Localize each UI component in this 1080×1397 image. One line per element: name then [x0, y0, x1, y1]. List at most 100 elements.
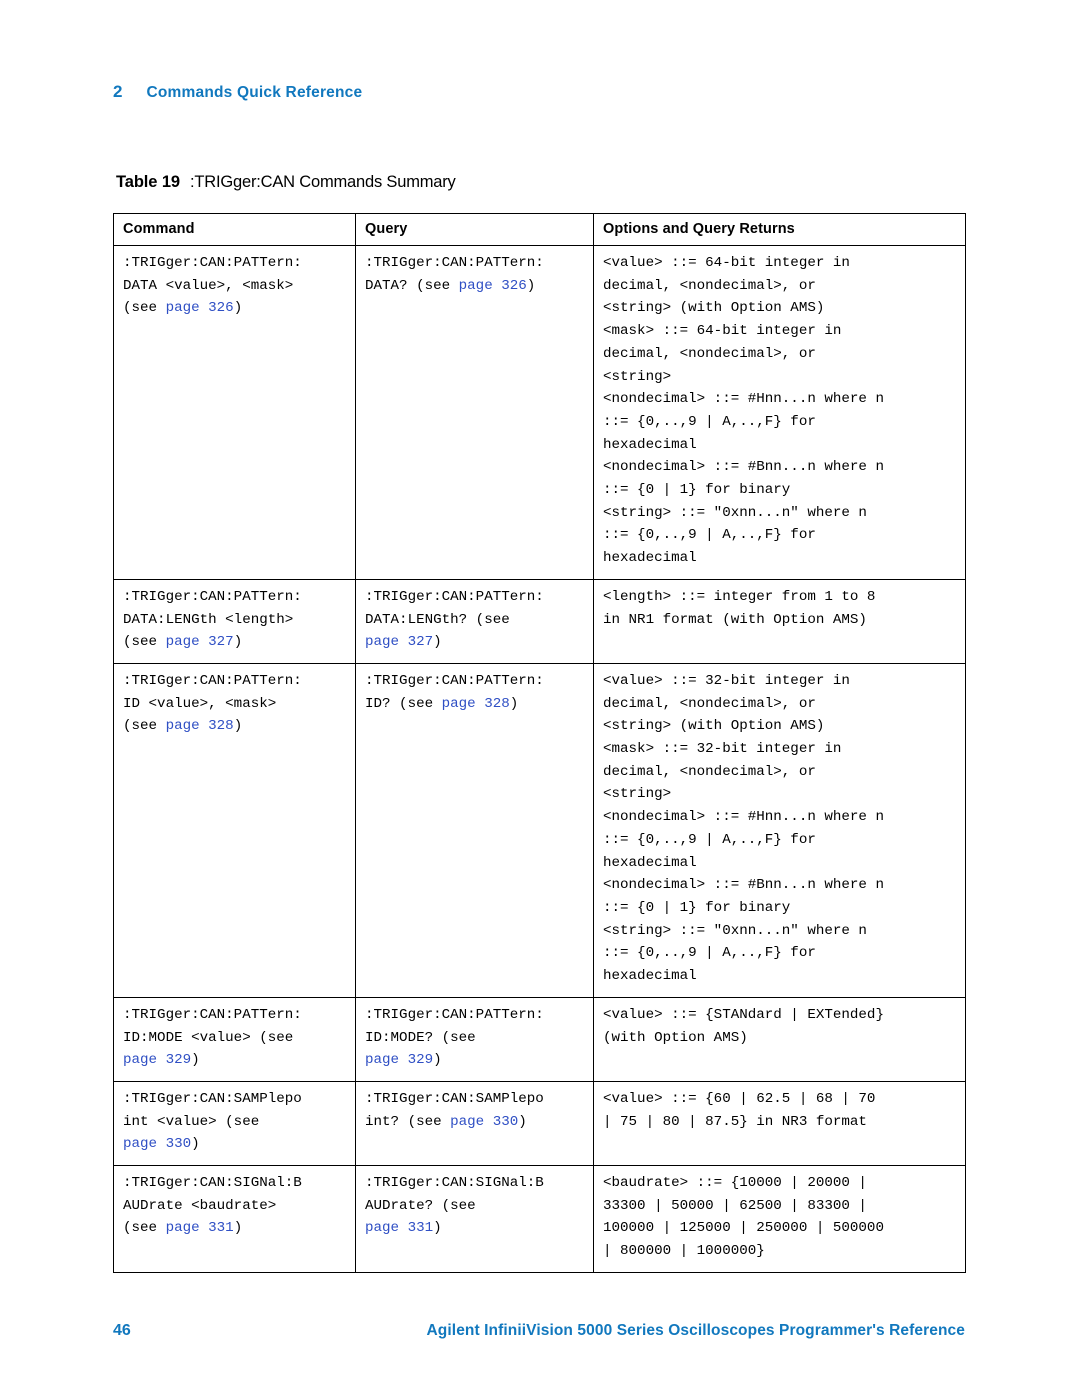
- cell-line: <value> ::= {60 | 62.5 | 68 | 70: [603, 1088, 957, 1111]
- page-reference-link[interactable]: page 327: [166, 634, 234, 650]
- cell-line: <mask> ::= 32-bit integer in: [603, 738, 957, 761]
- cell-line: <value> ::= 64-bit integer in: [603, 252, 957, 275]
- cell-text: hexadecimal: [603, 968, 697, 985]
- page-reference-link[interactable]: page 329: [365, 1052, 433, 1068]
- cell-line: ID:MODE <value> (see: [123, 1027, 347, 1050]
- cell-line: hexadecimal: [603, 547, 957, 570]
- table-caption-text: :TRIGger:CAN Commands Summary: [190, 173, 456, 191]
- cell-text: hexadecimal: [603, 436, 697, 453]
- cell-text: <mask> ::= 32-bit integer in: [603, 741, 842, 758]
- cell-text: DATA:LENGth? (see: [365, 611, 510, 628]
- cell-line: <string> (with Option AMS): [603, 297, 957, 320]
- cell-text: <value> ::= {60 | 62.5 | 68 | 70: [603, 1090, 876, 1107]
- cell-query: :TRIGger:CAN:PATTern: ID? (see page 328): [355, 663, 594, 998]
- cell-line: int? (see page 330): [365, 1111, 585, 1134]
- cell-text: decimal, <nondecimal>, or: [603, 277, 816, 294]
- table-row: :TRIGger:CAN:SAMPlepo int <value> (see pag…: [113, 1081, 966, 1167]
- cell-line: (see page 326): [123, 297, 347, 320]
- cell-text: ): [233, 634, 243, 651]
- cell-text: ): [433, 1220, 442, 1237]
- cell-text: (see: [123, 300, 166, 317]
- running-header: 2 Commands Quick Reference: [113, 82, 362, 102]
- page-reference-link[interactable]: page 331: [166, 1220, 234, 1236]
- page-reference-link[interactable]: page 326: [459, 278, 527, 294]
- cell-command: :TRIGger:CAN:SAMPlepo int <value> (see pag…: [113, 1081, 356, 1167]
- cell-text: (see: [123, 1220, 166, 1237]
- cell-text: int <value> (see: [123, 1113, 260, 1130]
- cell-query: :TRIGger:CAN:SAMPlepo int? (see page 330): [355, 1081, 594, 1167]
- cell-command: :TRIGger:CAN:PATTern: ID:MODE <value> (se…: [113, 997, 356, 1082]
- cell-text: <baudrate> ::= {10000 | 20000 |: [603, 1175, 867, 1192]
- table-row: :TRIGger:CAN:PATTern: ID <value>, <mask> (…: [113, 663, 966, 998]
- cell-line: <mask> ::= 64-bit integer in: [603, 320, 957, 343]
- cell-text: hexadecimal: [603, 854, 697, 871]
- cell-line: DATA? (see page 326): [365, 275, 585, 298]
- cell-line: <nondecimal> ::= #Hnn...n where n: [603, 388, 957, 411]
- cell-line: :TRIGger:CAN:PATTern:: [123, 1004, 347, 1027]
- cell-command: :TRIGger:CAN:PATTern: ID <value>, <mask> (…: [113, 663, 356, 998]
- column-header-command: Command: [113, 213, 356, 246]
- cell-text: :TRIGger:CAN:SIGNal:B: [365, 1175, 544, 1192]
- cell-line: in NR1 format (with Option AMS): [603, 609, 957, 632]
- cell-text: (see: [123, 718, 166, 735]
- page-footer: 46 Agilent InfiniiVision 5000 Series Osc…: [113, 1322, 965, 1340]
- cell-line: 100000 | 125000 | 250000 | 500000: [603, 1217, 957, 1240]
- cell-text: ): [233, 718, 243, 735]
- cell-text: AUDrate? (see: [365, 1197, 476, 1214]
- cell-command: :TRIGger:CAN:PATTern: DATA:LENGth <length…: [113, 579, 356, 664]
- cell-text: ::= {0,..,9 | A,..,F} for: [603, 413, 816, 430]
- cell-text: DATA <value>, <mask>: [123, 277, 294, 294]
- cell-text: (see: [123, 634, 166, 651]
- cell-text: ): [233, 1220, 243, 1237]
- cell-line: :TRIGger:CAN:SIGNal:B: [123, 1172, 347, 1195]
- cell-line: page 330): [123, 1133, 347, 1156]
- table-caption: Table 19:TRIGger:CAN Commands Summary: [116, 173, 456, 192]
- cell-line: hexadecimal: [603, 434, 957, 457]
- cell-text: ): [433, 634, 442, 651]
- cell-line: AUDrate? (see: [365, 1195, 585, 1218]
- page-reference-link[interactable]: page 331: [365, 1220, 433, 1236]
- page-reference-link[interactable]: page 328: [442, 696, 510, 712]
- cell-text: <nondecimal> ::= #Bnn...n where n: [603, 459, 884, 476]
- cell-query: :TRIGger:CAN:PATTern: DATA? (see page 326…: [355, 245, 594, 580]
- cell-text: :TRIGger:CAN:PATTern:: [123, 672, 302, 689]
- cell-text: :TRIGger:CAN:PATTern:: [123, 1006, 302, 1023]
- cell-line: :TRIGger:CAN:PATTern:: [365, 1004, 585, 1027]
- page-reference-link[interactable]: page 328: [166, 718, 234, 734]
- cell-text: ID:MODE <value> (see: [123, 1029, 294, 1046]
- cell-text: ): [518, 1113, 527, 1130]
- cell-line: (with Option AMS): [603, 1027, 957, 1050]
- cell-text: <value> ::= 32-bit integer in: [603, 672, 850, 689]
- cell-query: :TRIGger:CAN:PATTern: ID:MODE? (see page 3…: [355, 997, 594, 1082]
- page-reference-link[interactable]: page 330: [450, 1114, 518, 1130]
- column-header-query: Query: [355, 213, 594, 246]
- page-reference-link[interactable]: page 326: [166, 300, 234, 316]
- cell-text: ): [509, 695, 519, 712]
- cell-command: :TRIGger:CAN:PATTern: DATA <value>, <mask…: [113, 245, 356, 580]
- cell-line: page 327): [365, 631, 585, 654]
- cell-text: ): [433, 1052, 442, 1069]
- cell-line: 33300 | 50000 | 62500 | 83300 |: [603, 1195, 957, 1218]
- cell-text: ::= {0,..,9 | A,..,F} for: [603, 527, 816, 544]
- cell-options: <value> ::= {60 | 62.5 | 68 | 70 | 75 | 8…: [593, 1081, 966, 1167]
- page-reference-link[interactable]: page 330: [123, 1136, 191, 1152]
- cell-query: :TRIGger:CAN:SIGNal:B AUDrate? (see page 3…: [355, 1165, 594, 1273]
- cell-text: :TRIGger:CAN:PATTern:: [365, 588, 544, 605]
- cell-text: :TRIGger:CAN:PATTern:: [123, 255, 302, 271]
- cell-line: :TRIGger:CAN:SAMPlepo: [123, 1088, 347, 1111]
- cell-command: :TRIGger:CAN:SIGNal:B AUDrate <baudrate> (…: [113, 1165, 356, 1273]
- cell-text: ::= {0,..,9 | A,..,F} for: [603, 945, 816, 962]
- trigger-can-commands-table: Command Query Options and Query Returns …: [113, 213, 966, 1273]
- page-reference-link[interactable]: page 329: [123, 1052, 191, 1068]
- cell-text: (with Option AMS): [603, 1029, 748, 1046]
- cell-line: AUDrate <baudrate>: [123, 1195, 347, 1218]
- page-reference-link[interactable]: page 327: [365, 634, 433, 650]
- cell-line: <baudrate> ::= {10000 | 20000 |: [603, 1172, 957, 1195]
- cell-text: :TRIGger:CAN:SAMPlepo: [365, 1090, 544, 1107]
- cell-text: ::= {0,..,9 | A,..,F} for: [603, 831, 816, 848]
- cell-line: DATA:LENGth? (see: [365, 609, 585, 632]
- cell-text: <string> ::= "0xnn...n" where n: [603, 504, 867, 521]
- cell-text: decimal, <nondecimal>, or: [603, 345, 816, 362]
- cell-text: <value> ::= 64-bit integer in: [603, 255, 850, 271]
- cell-line: ::= {0,..,9 | A,..,F} for: [603, 524, 957, 547]
